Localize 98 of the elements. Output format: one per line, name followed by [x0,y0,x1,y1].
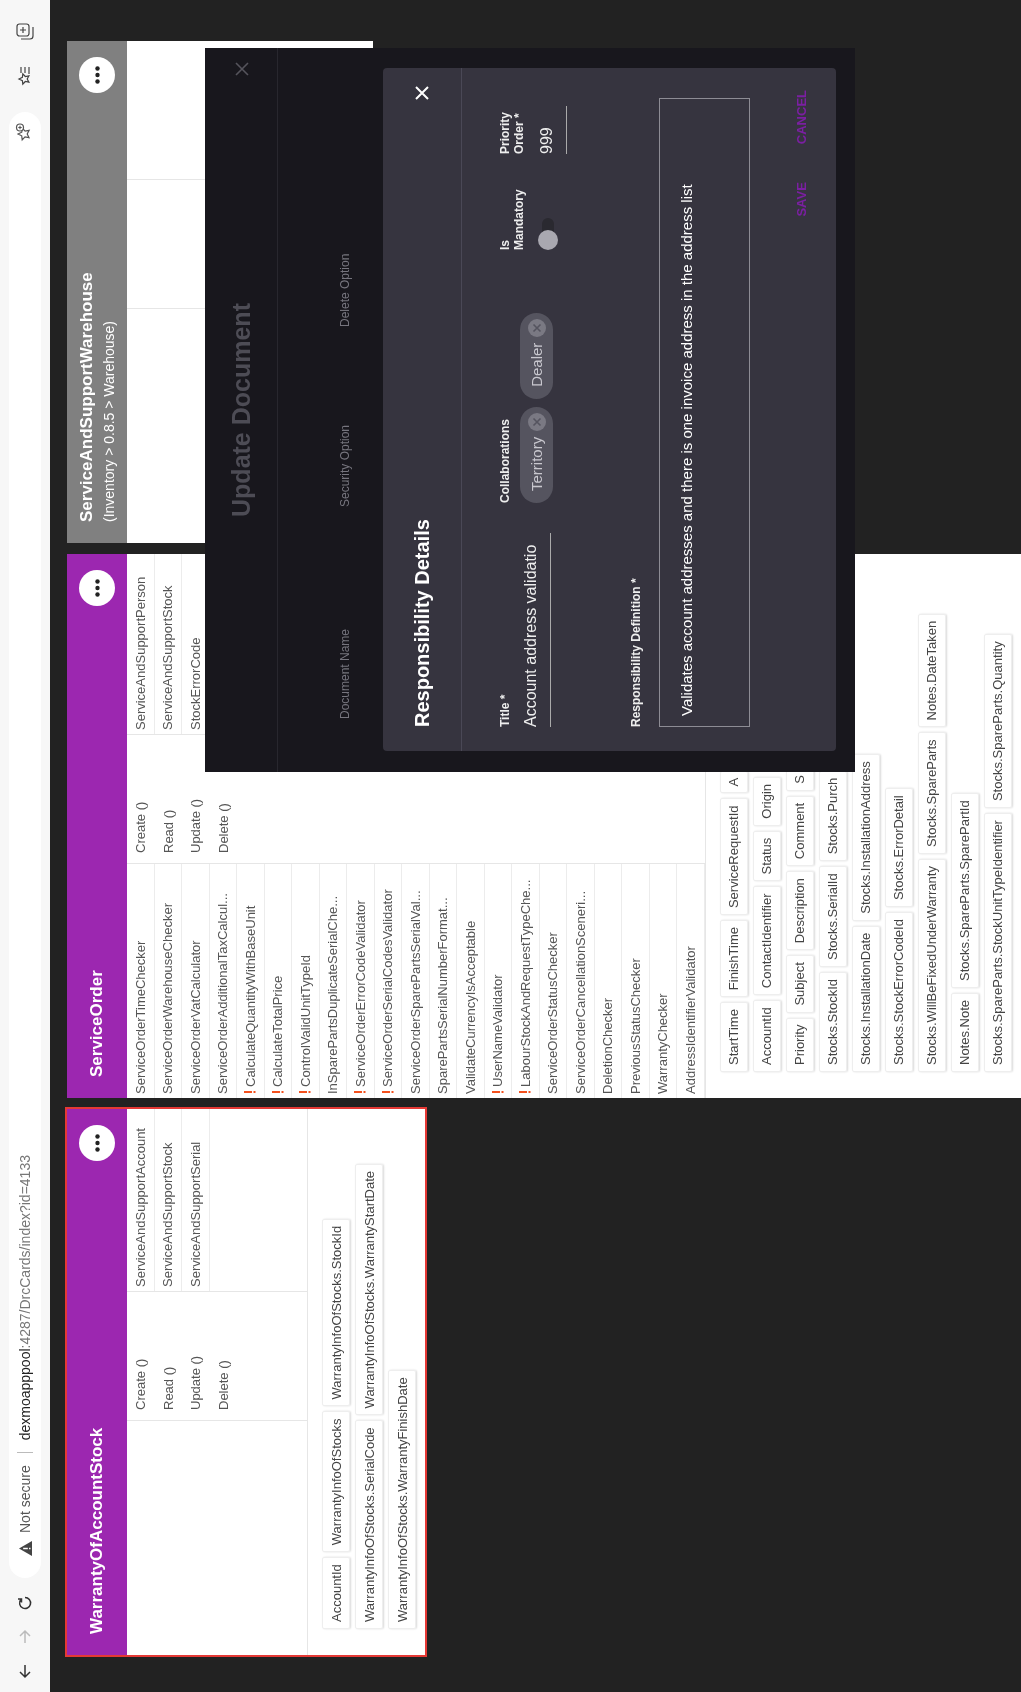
relation-name[interactable]: ServiceAndSupportSerial [187,1141,203,1287]
mandatory-toggle[interactable] [538,216,558,250]
address-bar[interactable]: Not secure dexmoapppool:4287/DrcCards/index?id=4133 [9,112,41,1578]
field-chip: WarrantyInfoOfStocks.WarrantyFinishDate [388,1370,416,1629]
field-label: Priority Order * [498,111,526,154]
rule-name[interactable]: SparePartsSerialNumberFormat... [435,897,451,1094]
rule-name[interactable]: ValidateCurrencyIsAcceptable [462,920,478,1094]
rule-name[interactable]: ServiceOrderCancellationSceneri... [572,890,588,1094]
rule-name[interactable]: AddressIdentifierValidator [682,946,698,1094]
reload-icon[interactable] [16,1594,34,1612]
field-chip: Origin [752,776,781,826]
field-chip: Notes.Note [950,992,979,1072]
ellipsis-icon [94,66,100,84]
url-text: dexmoapppool:4287/DrcCards/index?id=4133 [17,1154,33,1441]
more-button[interactable] [79,57,115,93]
field-chip: Stocks.SpareParts [917,732,946,855]
field-chip: Stocks.StockId [818,972,847,1072]
method-name[interactable]: Create () [133,1358,149,1410]
rule-name[interactable]: ControlValidUnitTypeId [297,955,313,1087]
field-chip: Stocks.StockErrorCodeId [884,912,913,1072]
method-name[interactable]: Read () [160,809,176,853]
rule-name[interactable]: CalculateTotalPrice [270,975,286,1087]
field-chip: Stocks.SpareParts.Quantity [983,634,1012,809]
back-icon[interactable] [16,1662,34,1680]
method-name[interactable]: Read () [160,1366,176,1410]
rule-name[interactable]: InSparePartsDuplicateSerialChe... [325,896,341,1094]
relation-name[interactable]: ServiceAndSupportStock [160,585,176,730]
field-chip: Stocks.InstallationAddress [851,754,880,921]
card-title: ServiceAndSupportWarehouse [77,272,97,522]
title-field[interactable]: Account address validatio [522,533,551,727]
field-chip: AccountId [752,1000,781,1072]
field-label: Title * [498,694,512,727]
collaboration-chip[interactable]: Dealer [520,312,553,399]
field-chip: Description [785,871,814,951]
card-subtitle: (Inventory > 0.8.5 > Warehouse) [101,320,117,522]
relation-name[interactable]: ServiceAndSupportAccount [132,1128,148,1287]
warning-icon [18,1541,32,1556]
rule-name[interactable]: LabourStockAndRequestTypeChe... [517,879,533,1087]
field-label: Is Mandatory [498,188,526,250]
card-title: WarrantyOfAccountStock [87,1427,107,1634]
method-name[interactable]: Delete () [215,1360,231,1410]
field-chip: Stocks.ErrorDetail [884,788,913,908]
collections-icon[interactable] [15,22,35,42]
relation-name[interactable]: StockErrorCode [187,637,203,730]
field-label: Responsibility Definition * [629,577,643,727]
field-chip: WarrantyInfoOfStocks.WarrantyStartDate [355,1163,383,1416]
rule-name[interactable]: ServiceOrderSparePartsSerialVal... [407,890,423,1094]
field-chip: ContactIdentifier [752,886,781,996]
column-header: Delete Option [338,253,352,327]
rule-name[interactable]: ServiceOrderErrorCodeValidator [352,900,368,1087]
field-chip: WarrantyInfoOfStocks [322,1411,350,1553]
field-chip: ServiceRequestId [719,798,748,916]
method-name[interactable]: Update () [188,1355,204,1410]
more-button[interactable] [79,1125,115,1161]
field-chip: WarrantyInfoOfStocks.StockId [322,1218,350,1407]
method-name[interactable]: Create () [133,801,149,853]
rule-name[interactable]: ServiceOrderTimeChecker [132,940,148,1094]
dialog-title: Responsibility Details [410,519,434,727]
priority-field[interactable]: 999 [538,106,567,154]
rule-name[interactable]: ServiceOrderVatCalculator [187,940,203,1094]
field-chip: Subject [785,955,814,1013]
column-header: Security Option [338,423,352,507]
relation-name[interactable]: ServiceAndSupportStock [160,1142,176,1287]
rule-name[interactable]: ServiceOrderAdditionalTaxCalcul... [215,893,231,1094]
method-name[interactable]: Update () [188,798,204,853]
field-chip: WarrantyInfoOfStocks.SerialCode [355,1420,383,1629]
card-title: ServiceOrder [87,970,107,1077]
collaboration-chip[interactable]: Territory [520,406,553,503]
rule-name[interactable]: ServiceOrderWarehouseChecker [160,903,176,1094]
ellipsis-icon [94,1134,100,1152]
rule-name[interactable]: CalculateQuantityWithBaseUnit [242,905,258,1087]
field-chip: Stocks.SpareParts.SparePartId [950,793,979,988]
field-chip: FinishTime [719,920,748,998]
rule-name[interactable]: ServiceOrderSerialCodesValidator [380,889,396,1087]
field-chip: Stocks.SerialId [818,866,847,967]
field-chip: Priority [785,1017,814,1072]
dialog-title: Update Document [226,303,256,517]
column-header: Document Name [338,627,352,719]
field-chip: StartTime [719,1002,748,1072]
rule-name[interactable]: PreviousStatusChecker [627,958,643,1094]
field-chip: Notes.DateTaken [917,613,946,728]
ellipsis-icon [94,579,100,597]
field-chip: Status [752,830,781,882]
more-button[interactable] [79,570,115,606]
method-name[interactable]: Delete () [215,803,231,853]
rule-name[interactable]: WarrantyChecker [655,993,671,1094]
security-label: Not secure [17,1465,33,1533]
field-label: Collaborations [498,419,512,503]
definition-field[interactable]: Validates account addresses and there is one invoice address in the address list [659,98,750,727]
rule-name[interactable]: ServiceOrderStatusChecker [545,932,561,1094]
field-chip: Stocks.WillBeFixedUnderWarranty [917,859,946,1072]
field-chip: Stocks.InstallationDate [851,925,880,1072]
rule-name[interactable]: DeletionChecker [600,997,616,1094]
field-chip: AccountId [322,1557,350,1629]
relation-name[interactable]: ServiceAndSupportPerson [132,576,148,730]
rule-name[interactable]: UserNameValidator [490,974,506,1087]
field-chip: Comment [785,795,814,867]
field-chip: Stocks.SpareParts.StockUnitTypeIdentifier [983,813,1012,1072]
